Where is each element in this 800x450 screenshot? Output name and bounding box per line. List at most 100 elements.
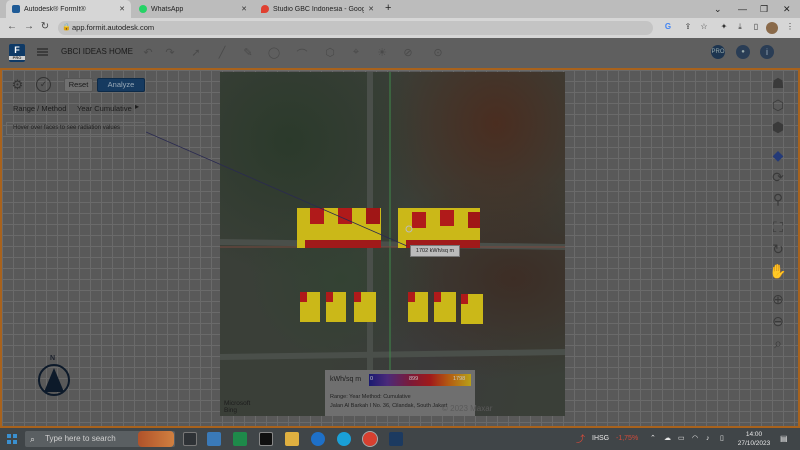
walk-icon[interactable]: ⚲ [769,190,787,208]
search-icon: ⌕ [30,434,36,444]
cube-iso-icon[interactable]: ⬢ [769,118,787,136]
compass[interactable]: N [36,355,72,407]
edge-browser-icon[interactable] [337,432,351,446]
wifi-icon[interactable]: ◠ [692,428,698,450]
chevron-down-icon[interactable]: ⌄ [714,0,722,18]
network-icon[interactable]: ▭ [678,428,685,450]
address-toolbar: ← → ↻ 🔒 app.formit.autodesk.com G ⇪ ☆ ✦ … [0,18,800,38]
back-arrow-icon[interactable]: ← [5,21,19,32]
cloud-icon[interactable]: ☁ [664,428,671,450]
stock-chart-icon[interactable]: ⤴ [576,428,585,450]
search-placeholder: Type here to search [45,434,116,443]
dx-app-icon[interactable] [259,432,273,446]
arc-tool-icon[interactable]: ⌒ [294,46,310,62]
battery-icon[interactable]: ▯ [720,428,724,450]
cube-front-icon[interactable]: ⬡ [769,96,787,114]
fit-view-icon[interactable]: ⛶ [769,218,787,236]
tray-expand-icon[interactable]: ⌃ [650,428,656,450]
clock-time: 14:00 [745,431,763,438]
select-cursor-icon[interactable]: ➚ [188,46,204,59]
clock-date: 27/10/2023 [737,440,771,447]
google-lens-icon[interactable]: G [662,22,674,31]
app-circle-icon[interactable] [311,432,325,446]
gear-icon[interactable]: ⚙ [10,77,25,92]
sun-icon[interactable]: ☀ [374,46,390,59]
kebab-menu-icon[interactable]: ⋮ [784,22,796,31]
close-window-icon[interactable]: ✕ [783,0,791,18]
minimize-icon[interactable]: — [738,0,747,18]
stock-change: -1,75% [616,435,639,442]
undo-icon[interactable]: ↶ [140,46,156,59]
canvas-viewport[interactable]: ⚙ ✓ Reset Analyze Range / Method Year Cu… [0,68,800,428]
windows-taskbar: ⌕ Type here to search ⤴ IHSG -1,75% ⌃ ☁ … [0,428,800,450]
whatsapp-favicon-icon [139,5,147,13]
analysis-toolbar: ⚙ ✓ Reset Analyze [6,74,146,96]
menu-hamburger-icon[interactable] [37,48,48,56]
logo-letter: F [14,45,20,55]
calculator-app-icon[interactable] [207,432,221,446]
orbit-cube-icon[interactable]: ⟳ [769,168,787,186]
north-label: N [50,355,56,362]
zoom-in-icon[interactable]: ⊕ [769,290,787,308]
location-pin-icon[interactable]: ⌖ [348,46,364,59]
provider-line-1: Microsoft [224,400,251,407]
shape-tool-icon[interactable]: ⬡ [322,46,338,59]
provider-line-2: Bing [224,407,238,414]
legend-info: Range: Year Method: Cumulative Jalan Al … [330,393,447,411]
notification-icon[interactable]: ▤ [780,428,788,450]
extensions-icon[interactable]: ✦ [718,22,730,31]
tab-whatsapp[interactable]: WhatsApp ✕ [133,0,253,18]
lock-icon: 🔒 [62,24,71,31]
range-method-label: Range / Method [13,104,67,113]
url-field[interactable]: 🔒 app.formit.autodesk.com [58,21,653,35]
photoshop-app-icon[interactable] [389,432,403,446]
bookmark-star-icon[interactable]: ☆ [698,22,710,31]
task-view-icon[interactable] [183,432,197,446]
check-icon[interactable]: ✓ [36,77,51,92]
pro-badge[interactable]: PRO [711,45,725,59]
tab-formit[interactable]: Autodesk® FormIt® ✕ [6,0,131,18]
circle-tool-icon[interactable]: ◯ [266,46,282,59]
orbit-icon[interactable]: ↻ [769,240,787,258]
restore-icon[interactable]: ❐ [760,0,768,18]
pan-hand-icon[interactable]: ✋ [769,262,787,280]
download-icon[interactable]: ⤓ [734,22,746,32]
chevron-right-icon[interactable]: ▸ [135,102,139,111]
volume-icon[interactable]: ♪ [706,428,710,450]
zoom-extents-icon[interactable]: ⌕ [769,334,787,352]
forward-arrow-icon[interactable]: → [22,21,36,32]
info-icon[interactable]: i [760,45,774,59]
reset-button[interactable]: Reset [64,78,93,92]
user-avatar-icon[interactable]: ● [736,45,750,59]
analyze-button[interactable]: Analyze [97,78,145,92]
line-tool-icon[interactable]: ╱ [214,46,230,59]
close-tab-icon[interactable]: ✕ [241,5,247,13]
formit-logo[interactable]: F PRO [9,44,25,62]
file-explorer-icon[interactable] [285,432,299,446]
reload-icon[interactable]: ↻ [38,21,52,32]
profile-avatar[interactable] [766,22,778,34]
share-icon[interactable]: ⇪ [682,22,694,31]
range-method-value[interactable]: Year Cumulative [77,104,132,113]
sidebar-icon[interactable]: ▯ [750,22,762,31]
solid-cube-icon[interactable]: ◆ [769,146,787,164]
tab-google[interactable]: Studio GBC Indonesia - Google ✕ [255,0,380,18]
close-tab-icon[interactable]: ✕ [368,5,374,13]
measure-icon[interactable]: ⊘ [400,46,416,59]
weather-widget[interactable] [138,431,174,447]
new-tab-button[interactable]: + [385,2,391,14]
legend-range-line: Range: Year Method: Cumulative [330,394,411,400]
app-toolbar: F PRO GBCI IDEAS HOME ↶ ↷ ➚ ╱ ✎ ◯ ⌒ ⬡ ⌖ … [0,38,800,68]
clock[interactable]: 14:00 27/10/2023 [735,430,773,448]
excel-app-icon[interactable] [233,432,247,446]
close-tab-icon[interactable]: ✕ [119,5,125,13]
windows-start-icon[interactable] [7,434,17,444]
camera-icon[interactable]: ⊙ [430,46,446,59]
pencil-icon[interactable]: ✎ [240,46,256,59]
redo-icon[interactable]: ↷ [162,46,178,59]
range-method-row[interactable]: Range / Method Year Cumulative ▸ [6,99,146,119]
zoom-window-icon[interactable]: ⊖ [769,312,787,330]
chrome-browser-icon[interactable] [362,431,378,447]
tab-label: Studio GBC Indonesia - Google [273,5,365,13]
viewcube-icon[interactable]: ☗ [769,74,787,92]
